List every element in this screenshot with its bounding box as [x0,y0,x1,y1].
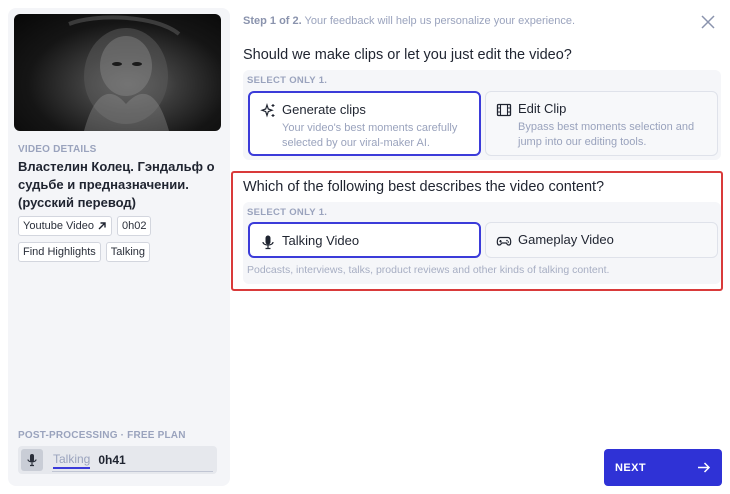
microphone-icon [21,449,43,471]
thumbnail-image [68,15,181,131]
post-processing-label: POST-PROCESSING · FREE PLAN [18,430,186,441]
talking-tag: Talking [105,242,151,262]
post-processing-underline [52,471,213,472]
option-gameplay-video[interactable]: Gameplay Video [485,222,718,258]
film-icon [496,103,512,117]
close-button[interactable] [699,13,717,31]
post-processing-status: Talking 0h41 [18,446,217,474]
step-count: Step 1 of 2. [243,15,302,27]
step-indicator: Step 1 of 2. Your feedback will help us … [243,15,575,27]
video-title: Властелин Колец. Гэндальф о судьбе и пре… [18,159,215,210]
step-description: Your feedback will help us personalize y… [301,15,576,27]
edit-clip-description: Bypass best moments selection and jump i… [518,121,695,148]
content-hint: Podcasts, interviews, talks, product rev… [247,264,610,276]
gameplay-video-title: Gameplay Video [518,232,614,247]
sparkles-icon [260,103,275,118]
post-processing-mode: Talking [53,452,91,469]
select-only-one-label-2: SELECT ONLY 1. [247,207,328,218]
content-options-panel: SELECT ONLY 1. Talking Video Gameplay Vi… [243,202,721,284]
microphone-icon [262,235,274,250]
duration-tag: 0h02 [116,216,152,236]
post-processing-time: 0h41 [98,453,126,467]
generate-clips-title: Generate clips [282,102,366,117]
gamepad-icon [496,236,512,246]
option-generate-clips[interactable]: Generate clips Your video's best moments… [248,91,481,156]
option-talking-video[interactable]: Talking Video [248,222,481,258]
youtube-video-tag-label: Youtube Video [23,220,94,232]
external-link-icon [98,222,106,230]
close-icon [701,15,715,29]
talking-video-title: Talking Video [282,233,360,248]
next-button-label: NEXT [615,461,646,474]
edit-clip-title: Edit Clip [518,101,567,116]
select-only-one-label: SELECT ONLY 1. [247,75,328,86]
video-thumbnail[interactable] [14,14,221,131]
video-details-label: VIDEO DETAILS [18,144,97,155]
arrow-right-icon [698,462,711,473]
option-edit-clip[interactable]: Edit Clip Bypass best moments selection … [485,91,718,156]
video-sidebar: VIDEO DETAILS Властелин Колец. Гэндальф … [8,8,230,486]
next-button[interactable]: NEXT [604,449,722,486]
question-clips-title: Should we make clips or let you just edi… [243,47,572,63]
video-tags: Youtube Video 0h02 Find Highlights Talki… [18,216,228,268]
youtube-video-tag[interactable]: Youtube Video [18,216,112,236]
find-highlights-tag: Find Highlights [18,242,101,262]
generate-clips-description: Your video's best moments carefully sele… [282,122,458,149]
question-content-title: Which of the following best describes th… [243,179,605,195]
clips-options-panel: SELECT ONLY 1. Generate clips Your video… [243,70,721,160]
